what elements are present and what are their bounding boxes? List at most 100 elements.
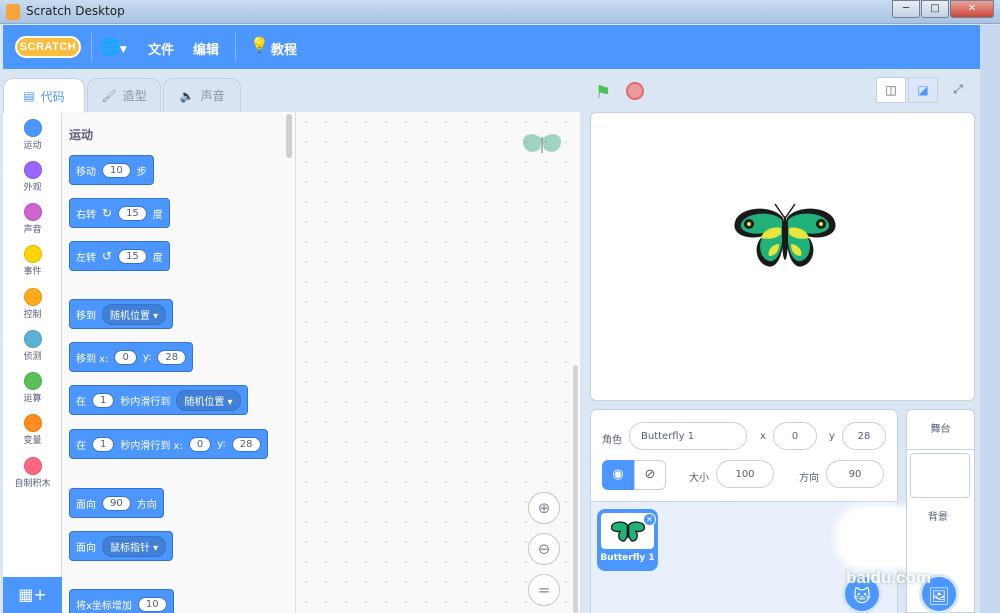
file-menu[interactable]: 文件: [148, 39, 174, 58]
block-categories: 运动 外观 声音 事件 控制 侦测 运算 变量 自制积木: [3, 112, 62, 613]
hide-eye-icon[interactable]: ⊘: [634, 460, 666, 490]
category-motion[interactable]: 运动: [3, 119, 62, 151]
category-label: 事件: [23, 267, 42, 277]
palette-scrollbar[interactable]: [286, 114, 292, 158]
window-controls: ─ □ ✕: [891, 0, 994, 18]
y-input[interactable]: 28: [231, 436, 261, 452]
variables-color-icon: [23, 414, 42, 432]
category-sound[interactable]: 声音: [3, 203, 62, 235]
category-label: 外观: [23, 183, 42, 193]
maximize-button[interactable]: □: [921, 0, 949, 18]
x-input[interactable]: 0: [114, 349, 137, 365]
workspace-scrollbar[interactable]: [573, 365, 578, 613]
y-input[interactable]: 28: [157, 349, 187, 365]
size-field[interactable]: 100: [716, 460, 774, 488]
minimize-button[interactable]: ─: [892, 0, 920, 18]
language-globe-icon[interactable]: 🌐▼: [100, 37, 127, 56]
point-towards-dropdown[interactable]: 鼠标指针 ▾: [102, 535, 167, 557]
extension-plus-icon: ▦+: [18, 585, 47, 604]
goto-block[interactable]: 移到 随机位置 ▾: [69, 299, 174, 329]
category-control[interactable]: 控制: [3, 288, 62, 320]
green-flag-icon[interactable]: ⚑: [595, 82, 611, 103]
y-position-field[interactable]: 28: [842, 422, 886, 450]
dropdown-value: 随机位置: [184, 396, 225, 408]
stage-thumbnail[interactable]: [910, 453, 970, 498]
direction-field[interactable]: 90: [826, 460, 884, 488]
seconds-input[interactable]: 1: [92, 436, 115, 452]
zoom-in-icon[interactable]: ⊕: [528, 492, 560, 524]
point-direction-block[interactable]: 面向 90 方向: [69, 488, 164, 518]
zoom-out-icon[interactable]: ⊖: [528, 533, 560, 565]
category-label: 声音: [23, 225, 42, 235]
butterfly-sprite[interactable]: [733, 200, 837, 272]
direction-input[interactable]: 90: [102, 495, 131, 511]
category-label: 控制: [23, 310, 42, 320]
fullscreen-icon[interactable]: ⤢: [943, 77, 973, 103]
degrees-input[interactable]: 15: [118, 205, 147, 221]
small-stage-icon[interactable]: ◫: [876, 77, 906, 103]
block-text: 移到: [76, 310, 96, 322]
zoom-reset-icon[interactable]: =: [528, 574, 560, 606]
category-operators[interactable]: 运算: [3, 372, 62, 404]
change-x-input[interactable]: 10: [137, 596, 167, 612]
motion-color-icon: [23, 119, 42, 137]
category-my-blocks[interactable]: 自制积木: [3, 457, 62, 489]
operators-color-icon: [23, 372, 42, 390]
glide-xy-block[interactable]: 在 1 秒内滑行到 x: 0 y: 28: [69, 429, 268, 459]
turn-right-block[interactable]: 右转 ↻ 15 度: [69, 198, 170, 228]
category-label: 运算: [23, 394, 42, 404]
stop-icon[interactable]: [626, 82, 644, 100]
current-sprite-butterfly-icon: [520, 131, 564, 166]
point-towards-block[interactable]: 面向 鼠标指针 ▾: [69, 531, 174, 561]
tutorials-menu[interactable]: 教程: [271, 39, 297, 58]
category-variables[interactable]: 变量: [3, 414, 62, 446]
category-events[interactable]: 事件: [3, 245, 62, 277]
block-text: y:: [217, 438, 226, 450]
large-stage-icon[interactable]: ◪: [908, 77, 938, 103]
tab-sounds[interactable]: 🔈 声音: [163, 78, 241, 112]
direction-label: 方向: [799, 473, 819, 484]
x-input[interactable]: 0: [188, 436, 212, 452]
steps-input[interactable]: 10: [102, 162, 131, 178]
block-text: 在: [76, 396, 86, 408]
degrees-input[interactable]: 15: [118, 248, 147, 264]
block-text: 在: [76, 440, 86, 452]
block-text: 左转: [76, 252, 96, 264]
close-window-button[interactable]: ✕: [950, 0, 994, 18]
sprite-name-field[interactable]: Butterfly 1: [629, 422, 747, 450]
scratch-logo[interactable]: SCRATCH: [15, 36, 81, 58]
block-text: 面向: [76, 542, 96, 554]
show-eye-icon[interactable]: ◉: [602, 460, 634, 490]
scratch-app-icon: [6, 4, 20, 20]
baidu-watermark: baidu.com: [846, 568, 932, 587]
control-color-icon: [23, 288, 42, 306]
category-sensing[interactable]: 侦测: [3, 330, 62, 362]
block-text: 移到 x:: [76, 353, 109, 365]
goto-target-dropdown[interactable]: 随机位置 ▾: [102, 303, 167, 325]
x-position-field[interactable]: 0: [773, 422, 817, 450]
x-label: x: [760, 431, 766, 442]
delete-sprite-icon[interactable]: ✕: [643, 513, 656, 526]
turn-left-block[interactable]: 左转 ↺ 15 度: [69, 241, 170, 271]
add-extension-button[interactable]: ▦+: [3, 577, 62, 613]
glide-block[interactable]: 在 1 秒内滑行到 随机位置 ▾: [69, 385, 248, 415]
block-text: 方向: [136, 499, 157, 511]
paintbrush-icon: 🖌: [101, 88, 117, 103]
palette-heading: 运动: [69, 128, 94, 142]
sprite-thumbnail-name: Butterfly 1: [600, 553, 655, 563]
category-label: 运动: [23, 141, 42, 151]
change-x-block[interactable]: 将x坐标增加 10: [69, 589, 174, 613]
seconds-input[interactable]: 1: [92, 392, 115, 408]
glide-target-dropdown[interactable]: 随机位置 ▾: [176, 389, 241, 411]
rotate-clockwise-icon: ↻: [102, 206, 113, 220]
window-edge: [980, 25, 1000, 613]
goto-xy-block[interactable]: 移到 x: 0 y: 28: [69, 342, 194, 372]
tab-costumes[interactable]: 🖌 造型: [87, 78, 161, 112]
menu-divider: [91, 33, 92, 61]
my-blocks-color-icon: [23, 457, 42, 475]
edit-menu[interactable]: 编辑: [193, 39, 219, 58]
category-looks[interactable]: 外观: [3, 161, 62, 193]
lightbulb-icon[interactable]: 💡: [250, 36, 269, 54]
tab-code[interactable]: ▤ 代码: [3, 78, 85, 113]
move-steps-block[interactable]: 移动 10 步: [69, 155, 154, 185]
